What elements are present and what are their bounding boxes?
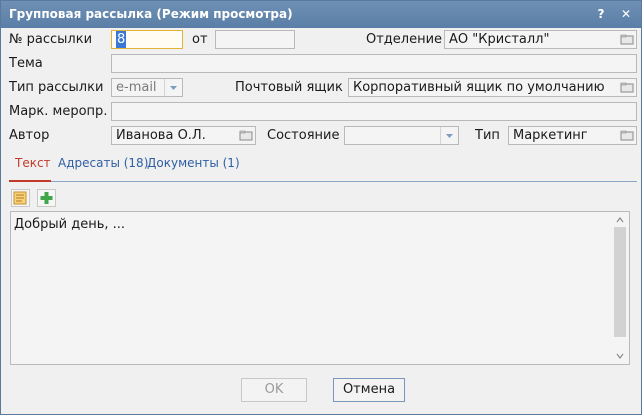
type-label: Тип рассылки: [9, 80, 104, 95]
department-value: АО "Кристалл": [449, 32, 550, 47]
number-label: № рассылки: [9, 32, 93, 47]
plus-icon: [40, 192, 53, 204]
template-icon: [13, 191, 27, 205]
subject-label: Тема: [9, 56, 43, 71]
ok-button[interactable]: OK: [241, 378, 307, 402]
event-label: Марк. меропр.: [9, 104, 108, 119]
author-label: Автор: [9, 128, 50, 143]
department-label: Отделение: [366, 32, 443, 47]
number-field[interactable]: 8: [111, 30, 183, 49]
message-text-area[interactable]: Добрый день, ...: [10, 211, 630, 365]
mailbox-value: Корпоративный ящик по умолчанию: [353, 80, 605, 95]
tab-bar: Текст Адресаты (18) Документы (1): [9, 153, 637, 182]
message-text: Добрый день, ...: [14, 217, 126, 232]
type-value: e-mail: [116, 80, 157, 95]
author-field[interactable]: Иванова О.Л.: [111, 126, 256, 145]
vertical-scrollbar[interactable]: [613, 214, 627, 362]
mailbox-label: Почтовый ящик: [235, 80, 343, 95]
date-from-label: от: [192, 32, 208, 47]
folder-icon[interactable]: [238, 128, 254, 143]
title-bar: Групповая рассылка (Режим просмотра) ? ✕: [1, 1, 641, 28]
tab-documents[interactable]: Документы (1): [147, 156, 240, 170]
tab-text[interactable]: Текст: [15, 156, 51, 170]
template-button[interactable]: [11, 189, 30, 207]
subject-field[interactable]: [111, 54, 637, 73]
cancel-button[interactable]: Отмена: [333, 378, 405, 402]
folder-icon[interactable]: [619, 32, 635, 47]
date-from-field[interactable]: [215, 30, 295, 49]
folder-icon[interactable]: [619, 80, 635, 95]
add-button[interactable]: [37, 189, 56, 207]
type-select[interactable]: e-mail: [111, 78, 183, 97]
help-button[interactable]: ?: [592, 5, 610, 23]
event-field[interactable]: [111, 102, 637, 121]
author-value: Иванова О.Л.: [116, 128, 206, 143]
chevron-down-icon[interactable]: [164, 79, 182, 96]
mailbox-field[interactable]: Корпоративный ящик по умолчанию: [348, 78, 637, 97]
chevron-down-icon[interactable]: [440, 127, 458, 144]
kind-value: Маркетинг: [513, 128, 588, 143]
window-title: Групповая рассылка (Режим просмотра): [9, 7, 293, 21]
state-label: Состояние: [267, 128, 340, 143]
kind-field[interactable]: Маркетинг: [508, 126, 637, 145]
folder-icon[interactable]: [619, 128, 635, 143]
active-tab-indicator: [9, 180, 51, 182]
dialog-window: Групповая рассылка (Режим просмотра) ? ✕…: [0, 0, 642, 415]
close-button[interactable]: ✕: [617, 5, 635, 23]
tab-recipients[interactable]: Адресаты (18): [58, 156, 148, 170]
kind-label: Тип: [475, 128, 500, 143]
state-select[interactable]: [344, 126, 459, 145]
department-field[interactable]: АО "Кристалл": [444, 30, 637, 49]
